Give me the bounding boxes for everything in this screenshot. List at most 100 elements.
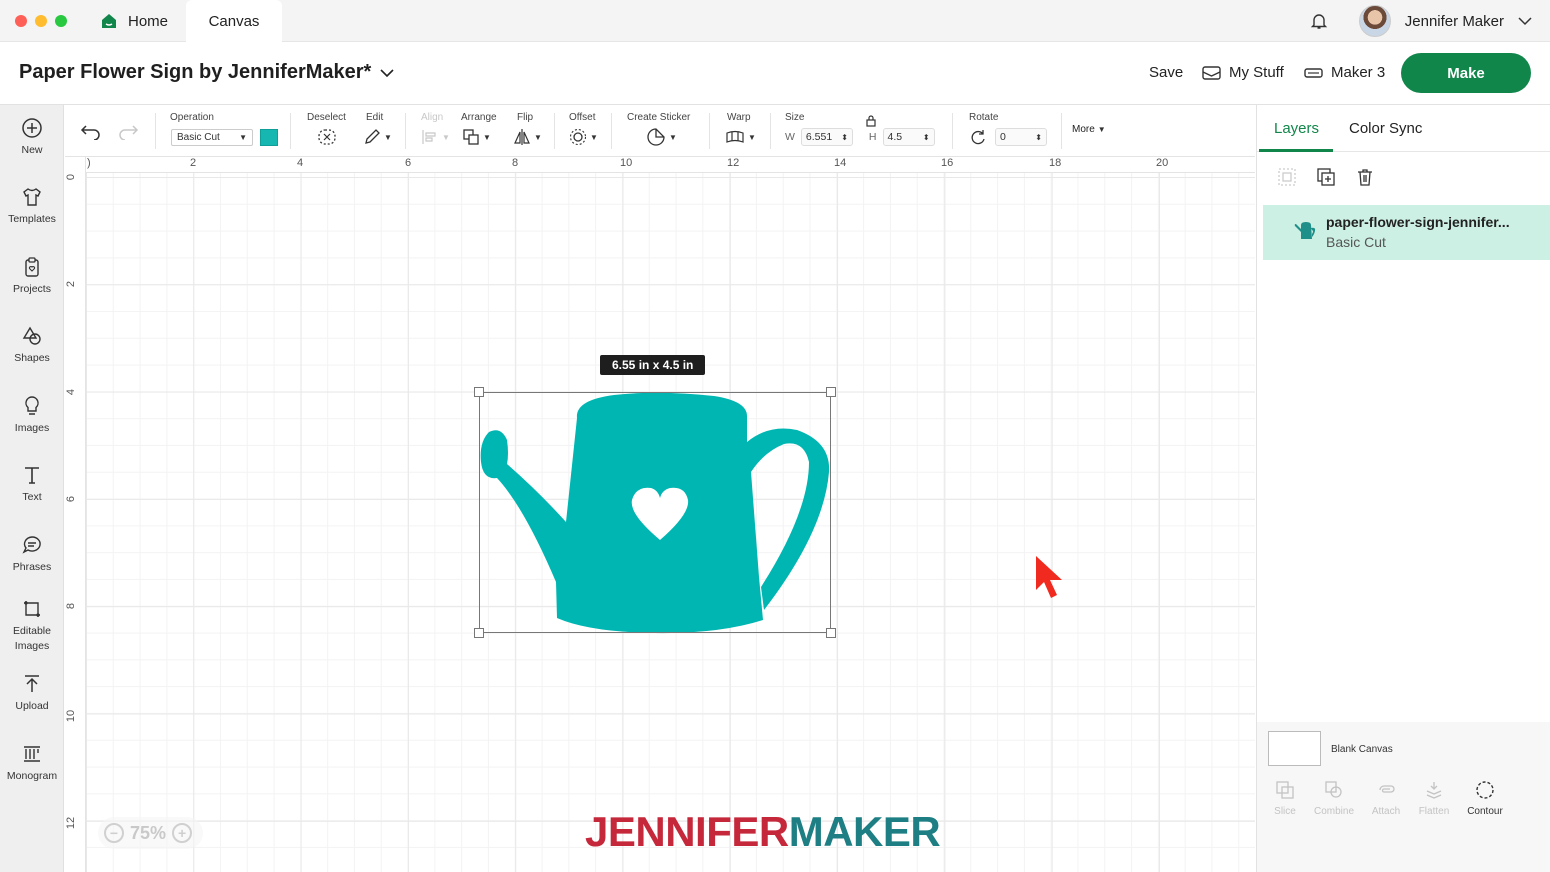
tab-home[interactable]: Home [100,0,186,42]
contour-button[interactable]: Contour [1455,780,1515,817]
ruler-y-tick: 12 [65,816,78,830]
blank-canvas-section: Blank Canvas Slice Combine Attach Flatte… [1257,722,1550,872]
mouse-cursor-icon [1036,556,1062,598]
redo-icon[interactable] [117,122,139,140]
sidebar-item-editable-images[interactable]: Editable Images [0,598,64,654]
inbox-icon [1202,65,1221,80]
clipboard-icon [25,257,39,277]
shapes-icon [22,326,41,345]
monogram-icon [24,746,40,762]
ruler-x-tick: 12 [727,157,740,169]
align-dropdown[interactable]: ▼ [421,127,450,147]
combine-button[interactable]: Combine [1304,780,1364,817]
flip-label: Flip [517,112,534,123]
sidebar-item-label: New [21,144,43,156]
sidebar-item-templates[interactable]: Templates [0,186,64,227]
design-sidebar: New Templates Projects Shapes Images Tex… [0,105,64,872]
save-button[interactable]: Save [1149,64,1183,81]
machine-selector[interactable]: Maker 3 [1304,64,1385,81]
ruler-x-tick: 16 [941,157,954,169]
zoom-in-icon[interactable]: + [172,823,193,843]
sticker-icon [647,128,665,146]
zoom-out-icon[interactable]: − [104,823,124,843]
operation-color-swatch[interactable] [260,128,278,146]
minimize-window-button[interactable] [35,15,47,27]
create-sticker-dropdown[interactable]: ▼ [646,127,677,147]
height-value: 4.5 [887,131,903,143]
arrange-dropdown[interactable]: ▼ [462,127,491,147]
rotate-value: 0 [1000,131,1006,143]
avatar[interactable] [1358,5,1391,37]
chevron-down-icon[interactable] [1518,14,1532,28]
group-icon[interactable] [1277,167,1297,187]
operation-value: Basic Cut [177,131,220,143]
sidebar-item-images[interactable]: Images [0,395,64,436]
layer-item[interactable]: paper-flower-sign-jennifer... Basic Cut [1263,205,1550,260]
more-label: More [1072,124,1095,135]
sidebar-item-projects[interactable]: Projects [0,256,64,297]
edit-toolbar: Operation Basic Cut ▼ Deselect Edit ▼ Ali… [65,105,1255,157]
my-stuff-label: My Stuff [1229,64,1284,81]
sidebar-item-phrases[interactable]: Phrases [0,534,64,575]
resize-handle[interactable] [826,387,836,397]
deselect-icon[interactable] [317,128,337,146]
sidebar-item-text[interactable]: Text [0,464,64,505]
my-stuff-button[interactable]: My Stuff [1202,64,1284,81]
sidebar-item-new[interactable]: New [0,117,64,158]
home-icon [102,14,116,28]
undo-icon[interactable] [80,122,102,140]
edit-dropdown[interactable]: ▼ [363,127,392,147]
blank-canvas-swatch[interactable] [1268,731,1321,766]
warp-label: Warp [727,112,751,123]
vertical-ruler: 0 2 4 6 8 10 12 [65,157,86,872]
logo-part-1: JENNIFER [585,808,789,855]
sidebar-item-shapes[interactable]: Shapes [0,325,64,366]
make-button[interactable]: Make [1401,53,1531,93]
sidebar-item-label: Monogram [6,770,58,782]
ruler-x-tick: 2 [190,157,197,169]
project-title-dropdown[interactable]: Paper Flower Sign by JenniferMaker* [19,61,395,84]
zoom-control[interactable]: − 75% + [98,817,203,849]
sidebar-item-label: Upload [15,700,49,712]
maximize-window-button[interactable] [55,15,67,27]
tab-color-sync[interactable]: Color Sync [1349,120,1422,137]
more-dropdown[interactable]: More ▼ [1072,124,1106,135]
width-input[interactable]: 6.551 ⬍ [800,128,853,146]
delete-icon[interactable] [1355,167,1375,187]
tab-canvas[interactable]: Canvas [186,0,282,42]
ruler-y-tick: 2 [65,280,78,288]
operation-select[interactable]: Basic Cut ▼ [171,128,253,146]
duplicate-icon[interactable] [1316,167,1336,187]
bell-icon[interactable] [1309,11,1329,31]
warp-dropdown[interactable]: ▼ [725,127,756,147]
horizontal-ruler: ) 2 4 6 8 10 12 14 16 18 20 [65,157,1255,173]
layer-name: paper-flower-sign-jennifer... [1326,214,1510,230]
sidebar-item-upload[interactable]: Upload [0,673,64,714]
resize-handle[interactable] [826,628,836,638]
ruler-x-tick: 18 [1049,157,1062,169]
design-canvas[interactable]: ) 2 4 6 8 10 12 14 16 18 20 0 2 4 6 8 10… [65,157,1255,872]
rotate-input[interactable]: 0 ⬍ [995,128,1047,146]
close-window-button[interactable] [15,15,27,27]
flatten-icon [1426,782,1442,799]
sidebar-item-label: Images [14,422,50,434]
ruler-y-tick: 6 [65,495,78,503]
offset-dropdown[interactable]: ▼ [569,127,598,147]
flip-dropdown[interactable]: ▼ [513,127,542,147]
tab-layers[interactable]: Layers [1274,120,1319,137]
ruler-y-tick: 8 [65,602,78,610]
lock-icon[interactable] [865,114,877,127]
sidebar-item-monogram[interactable]: Monogram [0,743,64,784]
create-sticker-label: Create Sticker [627,112,691,123]
tab-home-label: Home [128,12,169,30]
sidebar-item-label: Shapes [14,352,50,364]
layer-operation: Basic Cut [1326,234,1386,250]
height-input[interactable]: 4.5 ⬍ [882,128,935,146]
resize-handle[interactable] [474,628,484,638]
resize-handle[interactable] [474,387,484,397]
ruler-x-tick: 4 [297,157,304,169]
sidebar-item-label: Editable Images [13,625,51,652]
edit-label: Edit [366,112,384,123]
jennifermaker-watermark: JENNIFERMAKER [585,808,941,856]
user-menu[interactable]: Jennifer Maker [1309,0,1532,42]
